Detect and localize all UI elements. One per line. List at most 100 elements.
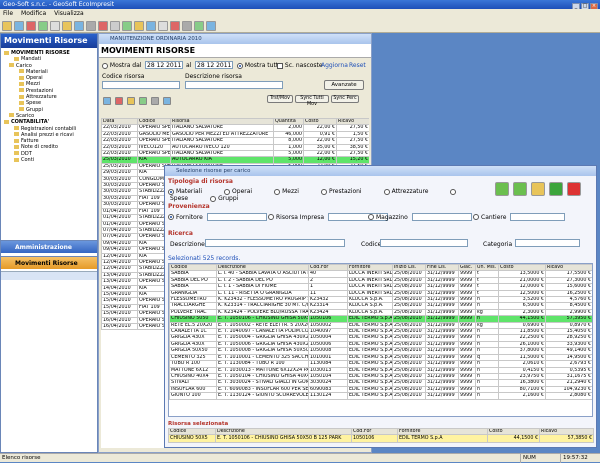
column-header[interactable]: Un. Mis. [475, 264, 499, 272]
type-option[interactable]: Attrezzature [383, 188, 428, 195]
toolbar-icon[interactable] [110, 21, 120, 31]
toolbar-icon[interactable] [98, 21, 108, 31]
refresh-icon[interactable] [513, 182, 527, 196]
origin-select[interactable] [510, 213, 566, 221]
radio-show-from[interactable] [102, 62, 108, 69]
sync-perc-button[interactable]: Sync Perc [331, 95, 359, 103]
add-icon[interactable] [549, 182, 563, 196]
table-row[interactable]: TUBO R 100 E. T. 1130084 - TUBO R 100 1130… [169, 360, 592, 368]
table-row[interactable]: RETE EL.5 20X20 E. T. 1050002 - RETE ELET… [169, 321, 592, 330]
type-option[interactable]: Materiali [168, 188, 202, 195]
toolbar-icon[interactable] [86, 21, 96, 31]
date-to-input[interactable]: 28 12 2011 [195, 61, 233, 69]
grid-tool-icon[interactable] [103, 97, 111, 105]
toolbar-icon[interactable] [74, 21, 84, 31]
origin-select[interactable] [206, 213, 267, 221]
toolbar-icon[interactable] [206, 21, 216, 31]
table-row[interactable]: CHIUSINO 5050 E. T. 1050106 - CHIUSINO GH… [169, 315, 592, 323]
toolbar-icon[interactable] [62, 21, 72, 31]
radio-icon[interactable] [274, 188, 281, 195]
menu-file[interactable]: File [3, 10, 13, 17]
origin-select[interactable] [411, 213, 472, 221]
trsf-mov-button[interactable]: Trsf/Mov [267, 95, 293, 103]
radio-icon[interactable] [168, 214, 174, 220]
table-row[interactable]: SABBIA L. I. 1 - SABBIA DI FIUME 1 LUCCA IN… [169, 283, 592, 291]
desc-input[interactable] [185, 81, 283, 89]
grid-tool-icon[interactable] [139, 97, 147, 105]
dialog-code-input[interactable] [380, 239, 468, 247]
table-row[interactable]: 22/03/2010 GASOLIO ME GASOLIO PER MEZZI ED… [101, 130, 369, 139]
table-cell: 25/08/2010 [392, 340, 426, 349]
toolbar-icon[interactable] [182, 21, 192, 31]
lock-icon[interactable] [495, 182, 509, 196]
table-row[interactable]: MATTONE 6X12 E. T. 1030013 - MATTONE 6X12… [169, 366, 592, 374]
grid-tool-icon[interactable] [151, 97, 159, 105]
tree-item[interactable]: Conti [4, 157, 97, 163]
radio-icon[interactable] [320, 188, 327, 195]
power-icon[interactable] [567, 182, 581, 196]
sync-all-button[interactable]: Sync Tutti Mov [295, 95, 329, 107]
toolbar-icon[interactable] [50, 21, 60, 31]
origin-option[interactable]: Cantiere [473, 213, 566, 221]
toolbar-icon[interactable] [158, 21, 168, 31]
radio-icon[interactable] [224, 188, 231, 195]
grid-tool-icon[interactable] [163, 97, 171, 105]
table-row[interactable]: CEMENTO 325 E. T. 1010001 - CEMENTO 325 S… [169, 353, 592, 362]
refresh-link[interactable]: Aggiorna [321, 62, 348, 69]
hidden-checkbox[interactable] [277, 62, 283, 69]
type-option[interactable]: Mezzi [274, 188, 299, 195]
toolbar-icon[interactable] [14, 21, 24, 31]
dialog-title: Selezione risorse per carico [165, 166, 596, 176]
table-row[interactable]: CANALETTA 1C E. T. 1040097 - CANALETTA PO… [169, 328, 592, 336]
type-option[interactable]: Operai [224, 188, 252, 195]
side-button-movements[interactable]: Movimenti Risorse [1, 256, 97, 269]
folder-icon[interactable] [531, 182, 545, 196]
menu-view[interactable]: Visualizza [54, 10, 84, 17]
table-row[interactable]: CHIUSINO 40X4 E. T. 1050104 - CHIUSINO GH… [169, 372, 592, 381]
side-button-admin[interactable]: Amministrazione [1, 240, 97, 253]
origin-option[interactable]: Fornitore [168, 213, 267, 221]
table-row[interactable]: TRACCIARGHE K. K23314 - TRACCIARIGHE 30 M… [169, 302, 592, 310]
toolbar-icon[interactable] [134, 21, 144, 31]
grid-tool-icon[interactable] [127, 97, 135, 105]
date-from-input[interactable]: 28 12 2011 [145, 61, 183, 69]
toolbar-icon[interactable] [26, 21, 36, 31]
origin-option[interactable]: Magazzino [368, 213, 472, 221]
radio-show-all[interactable] [237, 62, 243, 69]
radio-icon[interactable] [383, 188, 390, 195]
toolbar-icon[interactable] [38, 21, 48, 31]
table-cell: 31/12/9999 [425, 372, 459, 381]
radio-icon[interactable] [450, 188, 457, 195]
type-option[interactable]: Gruppi [210, 195, 238, 202]
radio-icon[interactable] [168, 188, 174, 195]
radio-icon[interactable] [368, 214, 374, 220]
table-cell: 31/12/9999 [425, 334, 459, 342]
table-row[interactable]: FLESSOMETRO K. K23432 - FLESSOMETRO PROGR… [169, 295, 592, 304]
reset-link[interactable]: Reset [349, 62, 366, 69]
toolbar-icon[interactable] [194, 21, 204, 31]
code-input[interactable] [102, 81, 180, 89]
toolbar-icon[interactable] [122, 21, 132, 31]
table-row[interactable]: GRIGLIA 430X E. T. 1050006 - GRIGLIA GHIS… [169, 340, 592, 349]
menu-edit[interactable]: Modifica [21, 10, 46, 17]
table-row[interactable]: POLVERE TRAC K. K23424 - POLVERE BLU/ROSS… [169, 308, 592, 317]
radio-icon[interactable] [268, 214, 274, 220]
dialog-desc-input[interactable] [205, 239, 345, 247]
toolbar-icon[interactable] [2, 21, 12, 31]
radio-icon[interactable] [473, 214, 479, 220]
table-row[interactable]: GRIGLIA 50X50 E. T. 1050008 - GRIGLIA GHI… [169, 347, 592, 355]
radio-icon[interactable] [210, 195, 217, 202]
table-row[interactable]: SABBIA L. I. 40 - SABBIA LAVATA O ASCIUTT… [169, 270, 592, 278]
toolbar-icon[interactable] [146, 21, 156, 31]
table-row[interactable]: SABBIA DEL PO L. I. 2 - SABBIA DEL PO 2 LUC… [169, 276, 592, 285]
table-row[interactable]: GRIGLIA 430X E. T. 1050004 - GRIGLIA GHIS… [169, 334, 592, 342]
table-row[interactable]: GIUNTO 100 E. T. 1130124 - GIUNTO SCORREV… [169, 392, 592, 400]
table-row[interactable]: INSUFLAR 600 E. T. 6090083 - INSUFLAR 600… [169, 385, 592, 394]
advanced-button[interactable]: Avanzate [324, 80, 364, 90]
category-select[interactable] [515, 239, 580, 247]
table-row[interactable]: GRANIGLIA L. I. 11 - RISETTA O GRANIGLIA 1… [169, 289, 592, 298]
grid-tool-icon[interactable] [115, 97, 123, 105]
toolbar-icon[interactable] [170, 21, 180, 31]
table-row[interactable]: STIVALI E. T. 3030024 - STIVALI GIALLI IN… [169, 379, 592, 387]
type-option[interactable]: Prestazioni [320, 188, 362, 195]
